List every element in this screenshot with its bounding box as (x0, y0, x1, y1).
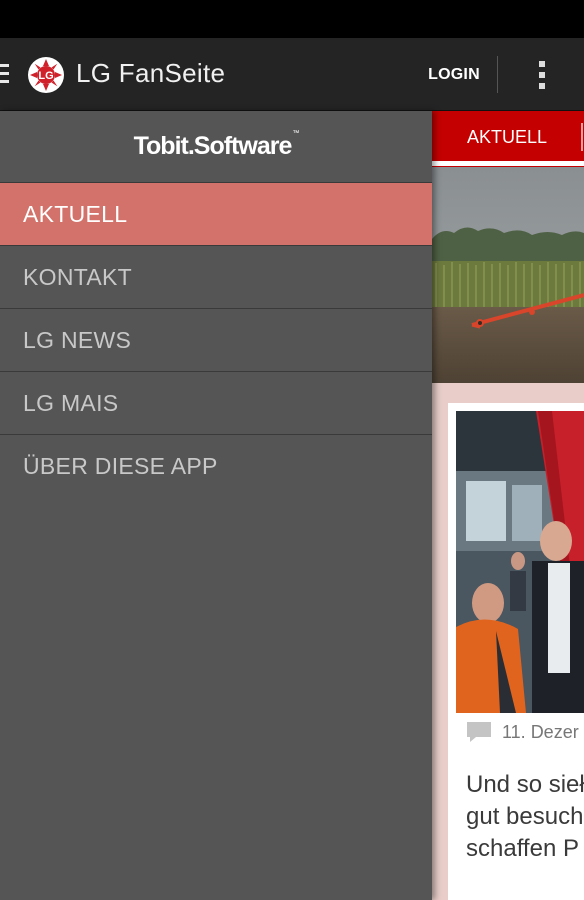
hero-image[interactable] (432, 167, 584, 383)
tab-indicator (432, 161, 584, 166)
tobit-software-logo: Tobit.Software™ (133, 129, 300, 160)
lg-logo-icon[interactable]: LG (28, 57, 64, 93)
nav-item-ueber-diese-app[interactable]: ÜBER DIESE APP (0, 435, 432, 498)
status-bar (0, 0, 584, 38)
tab-divider (581, 123, 583, 151)
navigation-drawer: Tobit.Software™ AKTUELL KONTAKT LG NEWS … (0, 111, 432, 900)
login-button[interactable]: LOGIN (410, 52, 498, 98)
news-card-photo (456, 411, 584, 713)
news-card-date: 11. Dezer (502, 721, 579, 742)
comment-icon[interactable] (466, 721, 492, 743)
nav-item-kontakt[interactable]: KONTAKT (0, 246, 432, 309)
tab-bar: AKTUELL (432, 111, 584, 167)
overflow-menu-icon[interactable] (520, 52, 564, 98)
app-title: LG FanSeite (76, 58, 226, 88)
nav-item-lg-mais[interactable]: LG MAIS (0, 372, 432, 435)
action-bar-divider (497, 56, 498, 93)
nav-item-aktuell[interactable]: AKTUELL (0, 183, 432, 246)
drawer-header: Tobit.Software™ (0, 111, 432, 183)
news-card-text: Und so sieł gut besuch schaffen P (466, 771, 584, 862)
nav-item-lg-news[interactable]: LG NEWS (0, 309, 432, 372)
main-content: AKTUELL 11. Dezer Und so sieł gut besuch… (432, 111, 584, 900)
news-card[interactable]: 11. Dezer Und so sieł gut besuch schaffe… (448, 403, 584, 900)
action-bar: LG LG FanSeite LOGIN (0, 38, 584, 111)
tab-aktuell[interactable]: AKTUELL (444, 111, 570, 163)
svg-text:LG: LG (38, 70, 53, 82)
news-card-meta: 11. Dezer (466, 721, 579, 743)
hamburger-icon[interactable] (0, 64, 10, 86)
